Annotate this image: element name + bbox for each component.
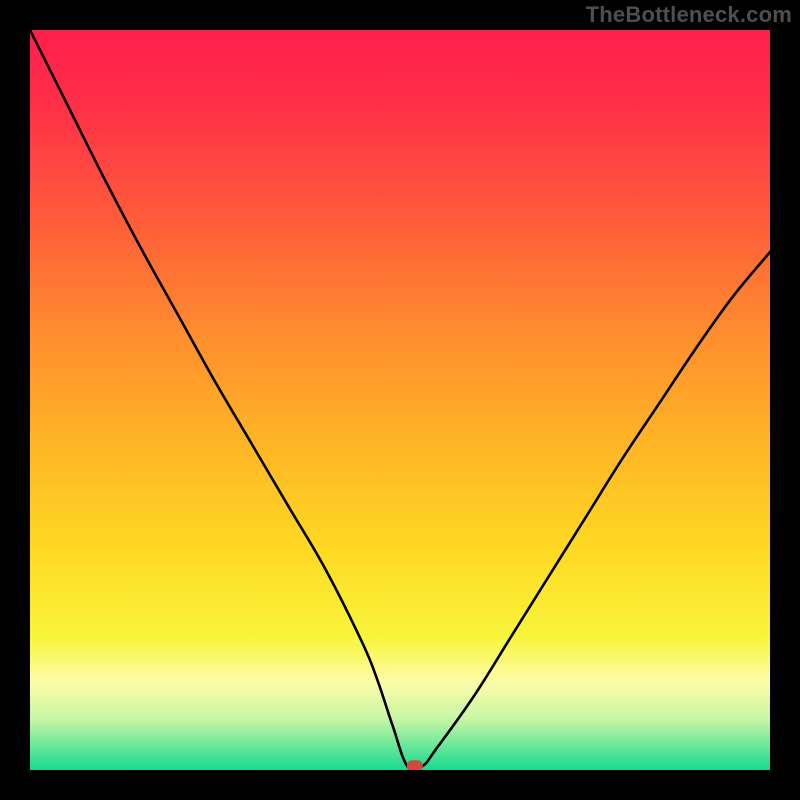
chart-svg bbox=[30, 30, 770, 770]
plot-area bbox=[30, 30, 770, 770]
gradient-rect bbox=[30, 30, 770, 770]
watermark-text: TheBottleneck.com bbox=[586, 2, 792, 28]
chart-frame: TheBottleneck.com bbox=[0, 0, 800, 800]
optimal-marker bbox=[407, 760, 423, 770]
